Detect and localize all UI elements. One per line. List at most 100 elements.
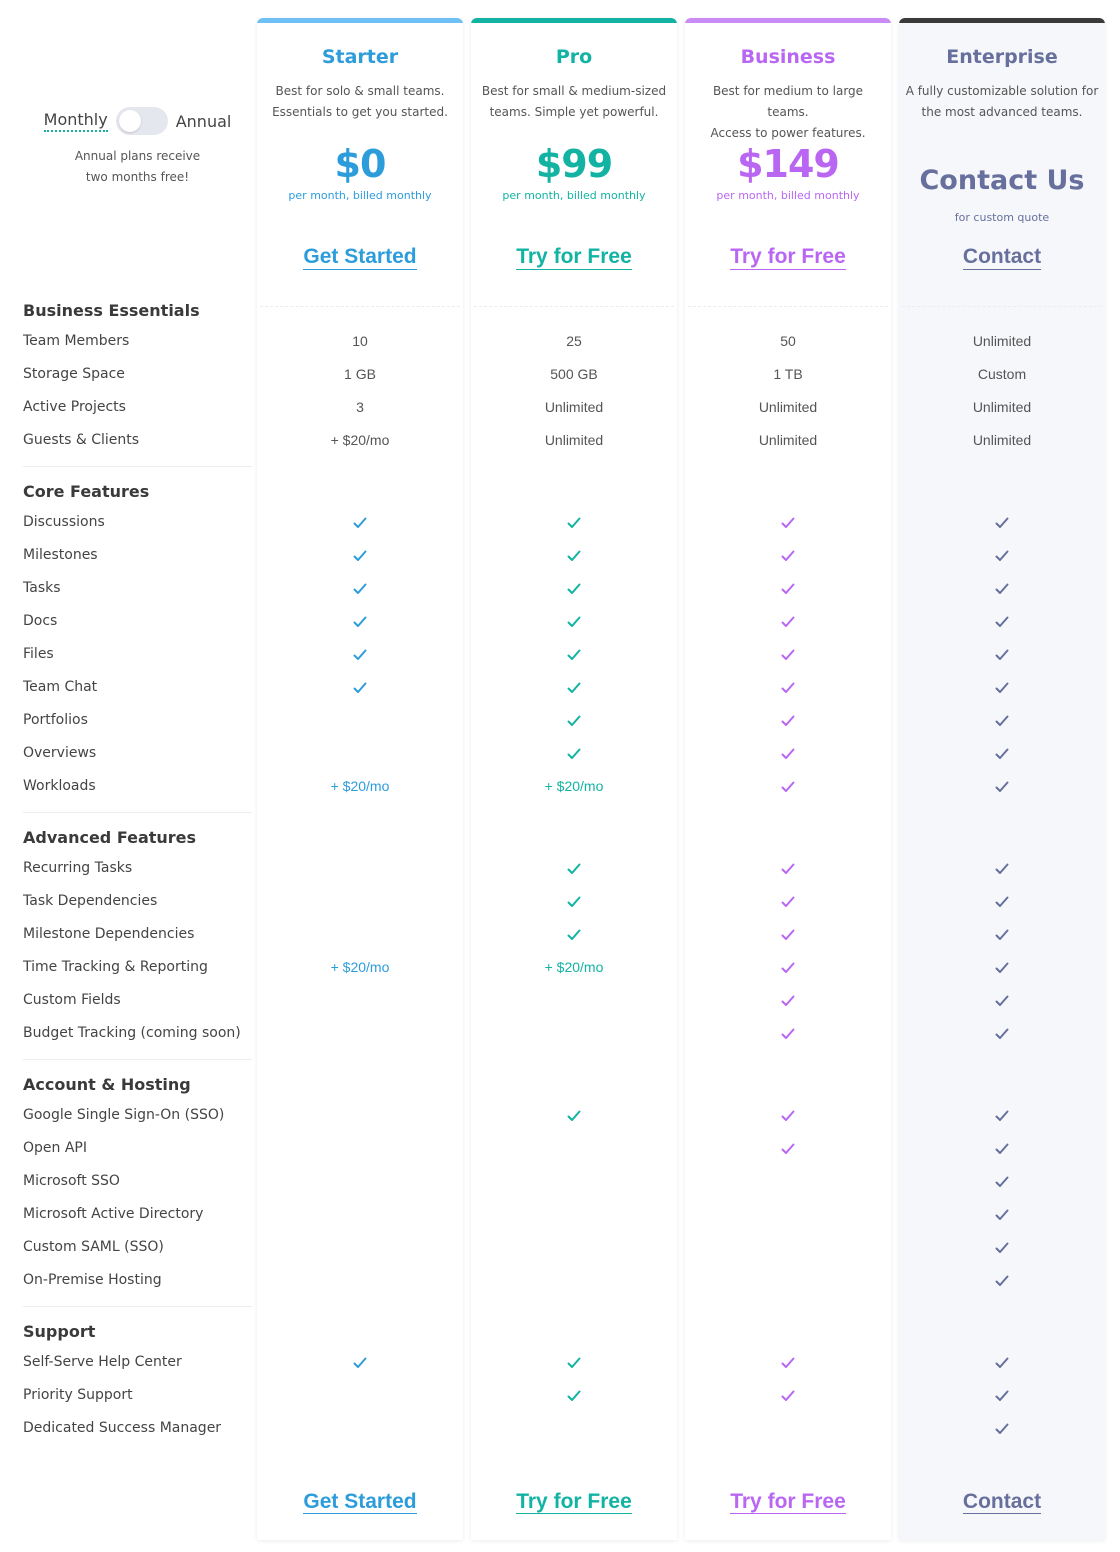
section-divider [23, 1059, 252, 1060]
check-icon [353, 580, 367, 596]
feature-label: Self-Serve Help Center [23, 1354, 182, 1370]
starter-footer-cta-button[interactable]: Get Started [303, 1490, 417, 1514]
feature-cell: 500 GB [471, 358, 677, 391]
feature-cell: 1 GB [257, 358, 463, 391]
feature-label: Discussions [23, 514, 105, 530]
plan-billing-period: per month, billed monthly [502, 189, 646, 202]
feature-value: 50 [780, 333, 796, 349]
feature-cell [899, 638, 1105, 671]
feature-label: Milestones [23, 547, 98, 563]
feature-cell [257, 1017, 463, 1050]
feature-cell [471, 572, 677, 605]
starter-cta-button[interactable]: Get Started [303, 245, 417, 270]
feature-value: Unlimited [972, 399, 1032, 415]
check-icon [995, 580, 1009, 596]
feature-value: 1 TB [773, 366, 803, 382]
feature-cell: Unlimited [899, 424, 1105, 457]
plan-price: $0 [334, 142, 387, 186]
check-icon [781, 893, 795, 909]
monthly-option[interactable]: Monthly [43, 110, 108, 132]
feature-cell [899, 951, 1105, 984]
plan-billing-period: per month, billed monthly [716, 189, 860, 202]
feature-label: Team Members [23, 333, 130, 349]
check-icon [781, 547, 795, 563]
plan-card-starter: Starter Best for solo & small teams. Ess… [257, 18, 463, 1540]
check-icon [995, 1354, 1009, 1370]
feature-cell [685, 1346, 891, 1379]
billing-toggle: Monthly Annual Annual plans receive two … [23, 106, 252, 188]
check-icon [781, 712, 795, 728]
billing-switch[interactable] [115, 107, 168, 135]
feature-cell [471, 918, 677, 951]
feature-cell [471, 1412, 677, 1445]
annual-option[interactable]: Annual [176, 112, 232, 131]
plan-cta-wrap: Contact [899, 245, 1105, 270]
feature-cell [685, 918, 891, 951]
check-icon [781, 1025, 795, 1041]
check-icon [567, 1354, 581, 1370]
addon-price: + $20/mo [330, 959, 390, 975]
feature-cell [257, 539, 463, 572]
feature-cell [471, 704, 677, 737]
section-account-hosting: Account & Hosting Google Single Sign-On (… [23, 1071, 252, 1307]
feature-cell [471, 506, 677, 539]
check-icon [567, 1107, 581, 1123]
feature-cell [471, 638, 677, 671]
feature-cell [471, 1231, 677, 1264]
check-icon [995, 646, 1009, 662]
business-footer-cta-button[interactable]: Try for Free [730, 1490, 846, 1514]
check-icon [781, 1107, 795, 1123]
feature-cell: + $20/mo [471, 951, 677, 984]
feature-label: On-Premise Hosting [23, 1272, 162, 1288]
feature-cell: Unlimited [899, 391, 1105, 424]
feature-cell [471, 1099, 677, 1132]
enterprise-footer-cta-button[interactable]: Contact [962, 1490, 1042, 1514]
plan-footer-cta-wrap: Try for Free [685, 1490, 891, 1514]
feature-value: Unlimited [544, 432, 604, 448]
feature-cell: 50 [685, 325, 891, 358]
check-icon [567, 712, 581, 728]
check-icon [567, 679, 581, 695]
section-business-essentials: Business Essentials Team Members Storage S… [23, 297, 252, 467]
check-icon [567, 745, 581, 761]
pro-cta-button[interactable]: Try for Free [516, 245, 632, 270]
check-icon [353, 1354, 367, 1370]
section-title: Advanced Features [23, 828, 197, 847]
feature-cell [899, 1231, 1105, 1264]
feature-cell [685, 539, 891, 572]
feature-value: Unlimited [972, 432, 1032, 448]
feature-cell [471, 1264, 677, 1297]
feature-cell [899, 1264, 1105, 1297]
check-icon [353, 646, 367, 662]
feature-cell [257, 1198, 463, 1231]
feature-cell: 3 [257, 391, 463, 424]
section-title: Core Features [23, 482, 150, 501]
feature-cell [257, 1132, 463, 1165]
feature-label: Guests & Clients [23, 432, 140, 448]
plan-header: Business Best for medium to large teams.… [685, 23, 891, 307]
pro-footer-cta-button[interactable]: Try for Free [516, 1490, 632, 1514]
check-icon [995, 1025, 1009, 1041]
check-icon [995, 679, 1009, 695]
check-icon [353, 514, 367, 530]
feature-cell: Unlimited [471, 424, 677, 457]
enterprise-cta-button[interactable]: Contact [962, 245, 1042, 270]
plan-card-enterprise: Enterprise A fully customizable solution… [899, 18, 1105, 1540]
feature-cell [685, 638, 891, 671]
feature-cell [685, 671, 891, 704]
feature-cell [899, 1017, 1105, 1050]
check-icon [995, 1173, 1009, 1189]
feature-cell [899, 737, 1105, 770]
check-icon [781, 926, 795, 942]
feature-cell [899, 984, 1105, 1017]
plan-description: Best for medium to large teams. Access t… [685, 81, 891, 141]
feature-cell [471, 539, 677, 572]
feature-cell [685, 704, 891, 737]
feature-label: Custom Fields [23, 992, 121, 1008]
plan-footer-cta-wrap: Get Started [257, 1490, 463, 1514]
check-icon [995, 778, 1009, 794]
check-icon [781, 679, 795, 695]
business-cta-button[interactable]: Try for Free [730, 245, 846, 270]
check-icon [995, 613, 1009, 629]
check-icon [995, 1420, 1009, 1436]
